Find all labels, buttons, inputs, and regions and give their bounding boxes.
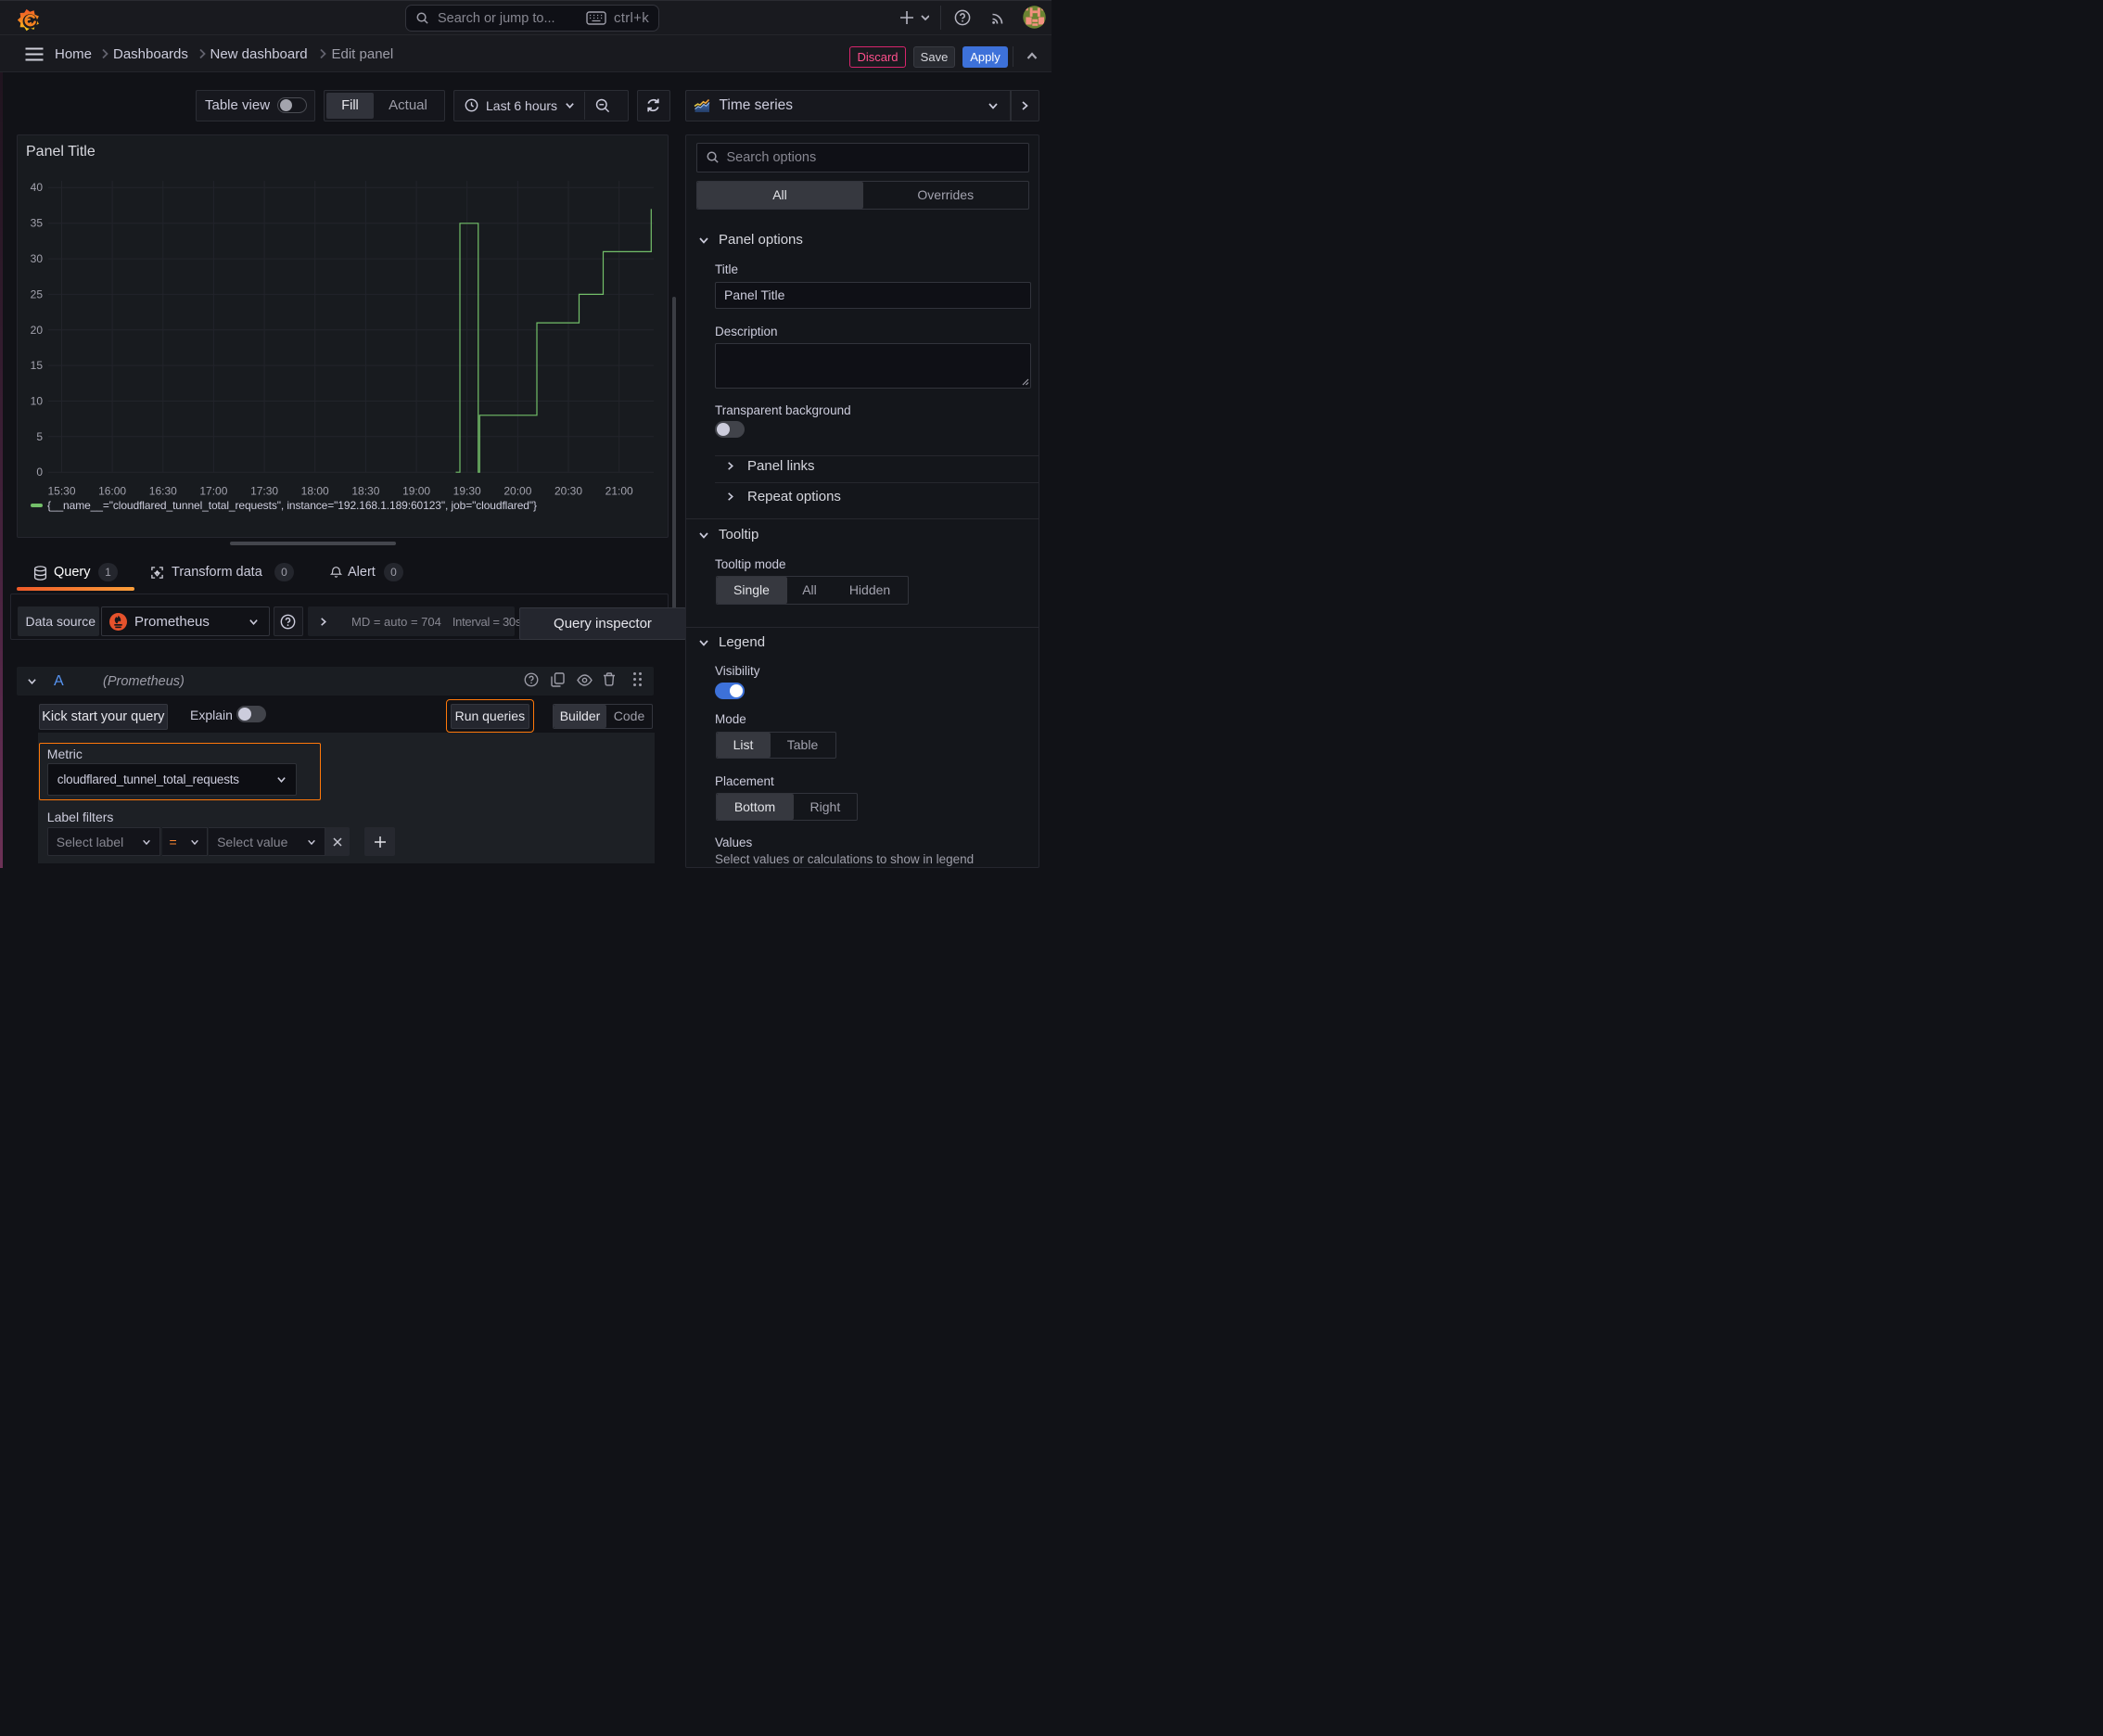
svg-text:19:00: 19:00	[402, 485, 430, 498]
svg-text:17:30: 17:30	[250, 485, 278, 498]
svg-text:18:00: 18:00	[301, 485, 329, 498]
svg-text:20:30: 20:30	[554, 485, 582, 498]
svg-text:25: 25	[31, 288, 44, 301]
svg-text:{__name__="cloudflared_tunnel_: {__name__="cloudflared_tunnel_total_requ…	[47, 499, 537, 512]
svg-text:16:30: 16:30	[149, 485, 177, 498]
svg-text:20: 20	[31, 324, 44, 337]
svg-text:18:30: 18:30	[351, 485, 379, 498]
svg-text:15: 15	[31, 359, 44, 372]
svg-text:5: 5	[36, 430, 43, 443]
svg-text:30: 30	[31, 252, 44, 265]
svg-text:20:00: 20:00	[503, 485, 531, 498]
svg-text:19:30: 19:30	[453, 485, 481, 498]
svg-text:21:00: 21:00	[605, 485, 633, 498]
svg-text:15:30: 15:30	[47, 485, 75, 498]
svg-text:40: 40	[31, 181, 44, 194]
svg-text:16:00: 16:00	[98, 485, 126, 498]
svg-text:17:00: 17:00	[199, 485, 227, 498]
svg-text:10: 10	[31, 395, 44, 408]
svg-text:35: 35	[31, 217, 44, 230]
svg-text:0: 0	[36, 466, 43, 479]
